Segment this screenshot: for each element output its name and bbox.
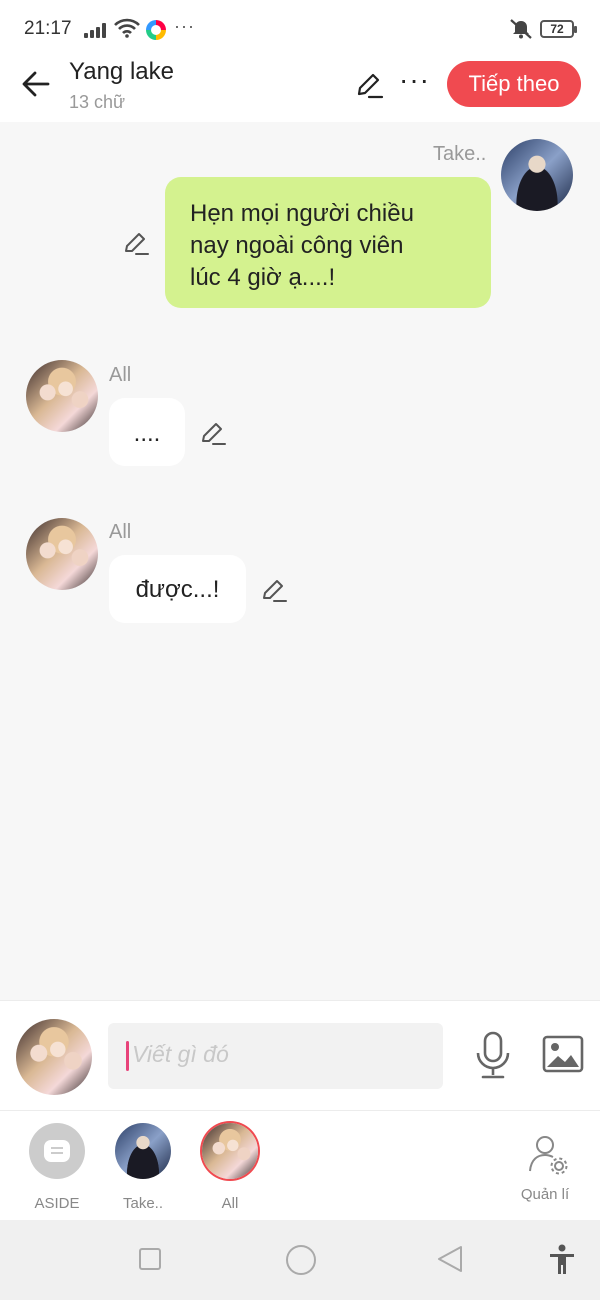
- avatar[interactable]: [501, 139, 573, 211]
- status-time: 21:17: [24, 18, 72, 39]
- message-text: ....: [133, 420, 161, 447]
- message-line: lúc 4 giờ ạ....!: [190, 264, 336, 291]
- message-bubble[interactable]: ....: [109, 398, 185, 466]
- sender-name: All: [109, 364, 132, 386]
- manage-user-icon: [529, 1136, 568, 1175]
- wifi-icon: [114, 18, 140, 38]
- aside-icon: [29, 1123, 85, 1179]
- page-title: Yang lake: [69, 58, 174, 85]
- pencil-icon[interactable]: [260, 576, 288, 604]
- pencil-icon[interactable]: [199, 419, 227, 447]
- message-line: nay ngoài công viên: [190, 232, 404, 259]
- tab-label: ASIDE: [34, 1195, 80, 1212]
- tab-take[interactable]: Take..: [103, 1123, 183, 1212]
- status-bar: 21:17 ··· 72: [0, 0, 600, 58]
- avatar: [115, 1123, 171, 1179]
- avatar[interactable]: [16, 1019, 92, 1095]
- pencil-icon[interactable]: [354, 70, 384, 100]
- home-button[interactable]: [286, 1245, 316, 1275]
- avatar: [202, 1123, 258, 1179]
- message-text: được...!: [135, 576, 220, 603]
- signal-icon: [84, 22, 106, 38]
- manage-label: Quản lí: [520, 1186, 570, 1203]
- compose-bar: Viết gì đó: [0, 1000, 600, 1110]
- accessibility-icon[interactable]: [548, 1244, 576, 1276]
- message-bubble[interactable]: Hẹn mọi người chiều nay ngoài công viên …: [165, 177, 491, 308]
- input-placeholder: Viết gì đó: [132, 1041, 229, 1067]
- recents-button[interactable]: [139, 1248, 161, 1270]
- tab-label: Take..: [122, 1195, 164, 1212]
- status-more-icon: ···: [174, 16, 195, 36]
- pencil-icon[interactable]: [122, 229, 150, 257]
- word-count: 13 chữ: [69, 92, 126, 112]
- avatar[interactable]: [26, 518, 98, 590]
- system-nav-bar: [0, 1220, 600, 1300]
- app-header: Yang lake 13 chữ ··· Tiếp theo: [0, 58, 600, 122]
- battery-indicator: 72: [540, 20, 577, 38]
- message-bubble[interactable]: được...!: [109, 555, 246, 623]
- avatar[interactable]: [26, 360, 98, 432]
- character-tabs: ASIDE Take.. All Quản lí: [0, 1110, 600, 1220]
- app-notification-icon: [146, 20, 166, 40]
- nav-back-icon[interactable]: [436, 1244, 464, 1274]
- mic-icon[interactable]: [474, 1031, 512, 1081]
- message-input[interactable]: Viết gì đó: [108, 1023, 443, 1089]
- sender-name: Take..: [433, 143, 487, 165]
- message-line: Hẹn mọi người chiều: [190, 200, 414, 227]
- tab-aside[interactable]: ASIDE: [17, 1123, 97, 1212]
- tab-label: All: [221, 1195, 239, 1212]
- tab-all[interactable]: All: [190, 1123, 270, 1212]
- text-caret: [126, 1041, 129, 1071]
- next-button[interactable]: Tiếp theo: [447, 61, 581, 107]
- back-arrow-icon[interactable]: [18, 66, 54, 102]
- vibrate-mute-icon: [510, 19, 532, 39]
- image-icon[interactable]: [542, 1035, 584, 1073]
- more-icon[interactable]: ···: [399, 64, 430, 96]
- sender-name: All: [109, 521, 132, 543]
- manage-button[interactable]: Quản lí: [520, 1133, 576, 1203]
